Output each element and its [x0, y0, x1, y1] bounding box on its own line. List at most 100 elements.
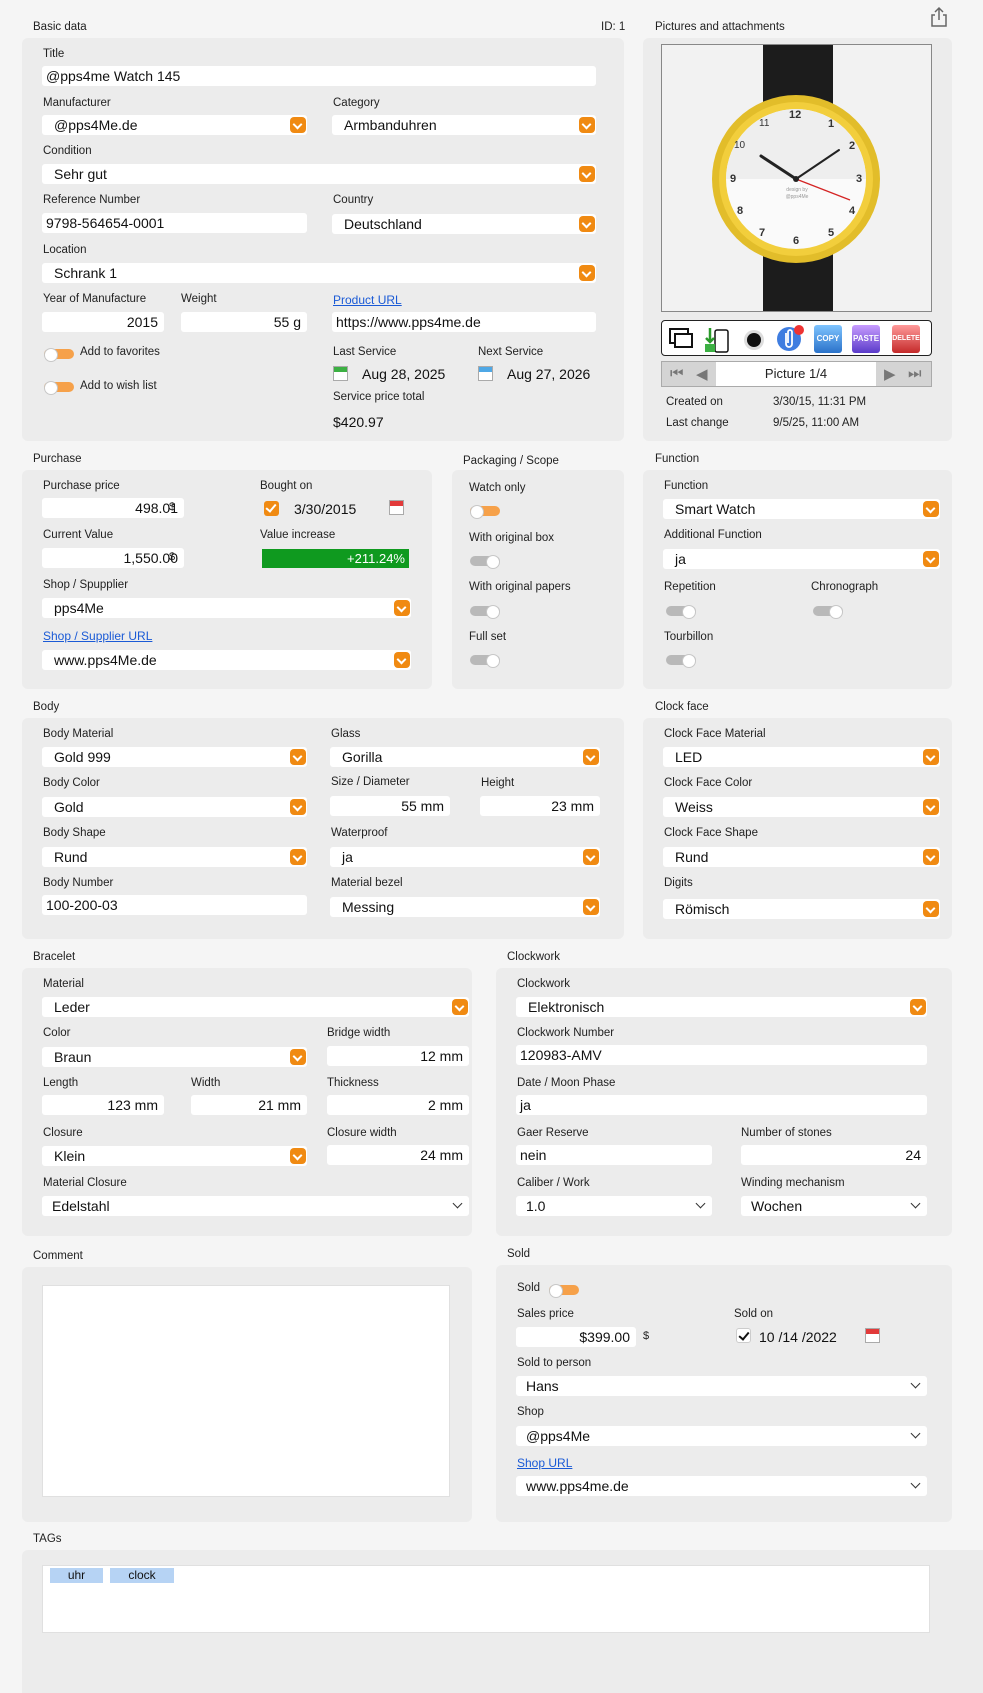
current-value-field[interactable]: 1,550.00 — [42, 548, 184, 568]
function-combo[interactable]: Smart Watch — [663, 499, 940, 519]
additional-function-combo[interactable]: ja — [663, 549, 940, 569]
clockwork-number-field[interactable]: 120983-AMV — [516, 1045, 927, 1065]
winding-popup[interactable]: Wochen — [741, 1196, 927, 1216]
closure-width-field[interactable]: 24 mm — [327, 1145, 469, 1165]
moon-phase-field[interactable]: ja — [516, 1095, 927, 1115]
paste-icon[interactable]: PASTE — [852, 325, 880, 353]
bought-on-value[interactable]: 3/30/2015 — [294, 501, 356, 517]
purchase-price-field[interactable]: 498.01 — [42, 498, 184, 518]
calendar-icon[interactable] — [865, 1328, 880, 1343]
sold-on-value[interactable]: 10 /14 /2022 — [759, 1329, 837, 1345]
last-picture-icon[interactable]: ⏭ — [908, 365, 922, 382]
comment-textarea[interactable] — [42, 1285, 450, 1497]
chevron-down-icon[interactable] — [583, 899, 599, 915]
next-picture-icon[interactable]: ▶ — [884, 365, 896, 383]
glass-combo[interactable]: Gorilla — [330, 747, 600, 767]
full-set-toggle[interactable] — [470, 654, 500, 668]
material-closure-popup[interactable]: Edelstahl — [42, 1196, 469, 1216]
previous-picture-icon[interactable]: ◀ — [696, 365, 708, 383]
chevron-down-icon[interactable] — [579, 117, 595, 133]
watch-only-toggle[interactable] — [470, 505, 500, 519]
gear-reserve-field[interactable]: nein — [516, 1145, 712, 1165]
chevron-down-icon[interactable] — [910, 999, 926, 1015]
sales-price-field[interactable]: $399.00 — [516, 1327, 636, 1347]
chevron-down-icon[interactable] — [290, 117, 306, 133]
sold-shop-url-popup[interactable]: www.pps4me.de — [516, 1476, 927, 1496]
chevron-down-icon[interactable] — [579, 216, 595, 232]
calendar-icon[interactable] — [389, 500, 404, 515]
sold-shop-url-link[interactable]: Shop URL — [517, 1456, 572, 1470]
chevron-down-icon[interactable] — [452, 999, 468, 1015]
sold-to-popup[interactable]: Hans — [516, 1376, 927, 1396]
calendar-icon[interactable] — [478, 366, 493, 381]
shop-url-combo[interactable]: www.pps4Me.de — [42, 650, 411, 670]
repetition-toggle[interactable] — [666, 605, 696, 619]
chevron-down-icon[interactable] — [394, 600, 410, 616]
delete-icon[interactable]: DELETE — [892, 325, 920, 353]
face-color-combo[interactable]: Weiss — [663, 797, 940, 817]
share-icon[interactable] — [929, 6, 949, 28]
height-field[interactable]: 23 mm — [480, 796, 600, 816]
wishlist-toggle[interactable] — [44, 381, 74, 395]
caliber-popup[interactable]: 1.0 — [516, 1196, 712, 1216]
chevron-down-icon[interactable] — [923, 749, 939, 765]
bridge-width-field[interactable]: 12 mm — [327, 1046, 469, 1066]
body-shape-combo[interactable]: Rund — [42, 847, 307, 867]
location-combo[interactable]: Schrank 1 — [42, 263, 596, 283]
year-field[interactable]: 2015 — [42, 312, 164, 332]
width-field[interactable]: 21 mm — [191, 1095, 307, 1115]
waterproof-combo[interactable]: ja — [330, 847, 600, 867]
closure-combo[interactable]: Klein — [42, 1146, 307, 1166]
sold-toggle[interactable] — [549, 1284, 579, 1298]
shop-combo[interactable]: pps4Me — [42, 598, 411, 618]
bracelet-color-combo[interactable]: Braun — [42, 1047, 307, 1067]
chevron-down-icon[interactable] — [583, 749, 599, 765]
watch-image[interactable]: 12 1 2 3 4 5 6 7 8 9 10 11 design by @pp… — [661, 44, 932, 312]
chevron-down-icon[interactable] — [394, 652, 410, 668]
chevron-down-icon[interactable] — [583, 849, 599, 865]
chevron-down-icon[interactable] — [290, 1148, 306, 1164]
digits-combo[interactable]: Römisch — [663, 899, 940, 919]
monitor-icon[interactable] — [668, 327, 694, 351]
length-field[interactable]: 123 mm — [42, 1095, 164, 1115]
chevron-down-icon[interactable] — [579, 166, 595, 182]
first-picture-icon[interactable]: ⏮ — [670, 365, 684, 382]
face-material-combo[interactable]: LED — [663, 747, 940, 767]
clockwork-combo[interactable]: Elektronisch — [516, 997, 927, 1017]
bracelet-material-combo[interactable]: Leder — [42, 997, 469, 1017]
original-box-toggle[interactable] — [470, 555, 500, 569]
sold-on-checkbox[interactable] — [736, 1328, 751, 1343]
country-combo[interactable]: Deutschland — [332, 214, 596, 234]
tag-chip[interactable]: uhr — [50, 1568, 103, 1583]
tag-chip[interactable]: clock — [110, 1568, 174, 1583]
body-number-field[interactable]: 100-200-03 — [42, 895, 307, 915]
stones-field[interactable]: 24 — [741, 1145, 927, 1165]
original-papers-toggle[interactable] — [470, 605, 500, 619]
bought-checkbox[interactable] — [264, 501, 279, 516]
chevron-down-icon[interactable] — [923, 901, 939, 917]
phone-import-icon[interactable] — [703, 326, 731, 354]
face-shape-combo[interactable]: Rund — [663, 847, 940, 867]
bezel-combo[interactable]: Messing — [330, 897, 600, 917]
sold-shop-popup[interactable]: @pps4Me — [516, 1426, 927, 1446]
tags-field[interactable]: uhr clock — [42, 1565, 930, 1633]
weight-field[interactable]: 55 g — [181, 312, 307, 332]
chevron-down-icon[interactable] — [290, 849, 306, 865]
chevron-down-icon[interactable] — [290, 799, 306, 815]
copy-icon[interactable]: COPY — [814, 325, 842, 353]
chevron-down-icon[interactable] — [923, 849, 939, 865]
paperclip-icon[interactable] — [775, 324, 805, 354]
body-material-combo[interactable]: Gold 999 — [42, 747, 307, 767]
product-url-link[interactable]: Product URL — [333, 293, 402, 307]
category-combo[interactable]: Armbanduhren — [332, 115, 596, 135]
chevron-down-icon[interactable] — [923, 501, 939, 517]
chevron-down-icon[interactable] — [923, 799, 939, 815]
shop-url-link[interactable]: Shop / Supplier URL — [43, 629, 152, 643]
tourbillon-toggle[interactable] — [666, 654, 696, 668]
reference-number-field[interactable]: 9798-564654-0001 — [42, 213, 307, 233]
chevron-down-icon[interactable] — [290, 1049, 306, 1065]
manufacturer-combo[interactable]: @pps4Me.de — [42, 115, 307, 135]
chevron-down-icon[interactable] — [579, 265, 595, 281]
chevron-down-icon[interactable] — [923, 551, 939, 567]
chronograph-toggle[interactable] — [813, 605, 843, 619]
